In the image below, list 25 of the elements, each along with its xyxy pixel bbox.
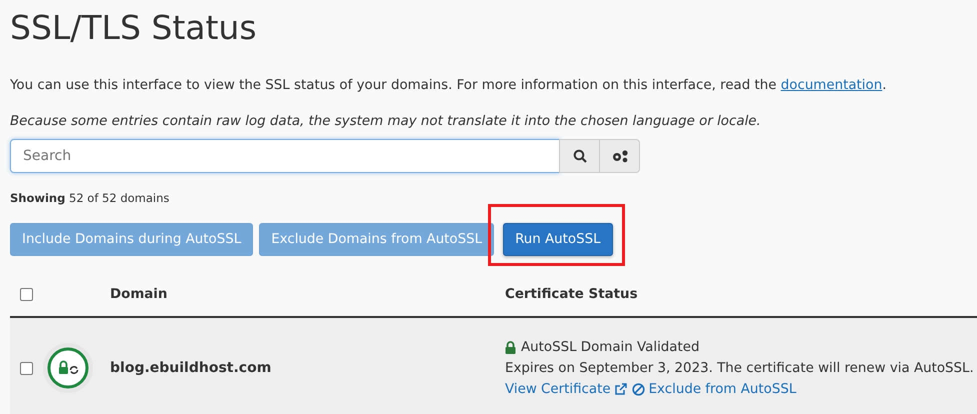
- row-checkbox[interactable]: [20, 362, 33, 374]
- view-certificate-link[interactable]: View Certificate: [505, 382, 627, 396]
- search-field[interactable]: Search: [10, 139, 560, 173]
- expiry-text: Expires on September 3, 2023. The certificate will renew via AutoSSL.: [505, 360, 975, 376]
- showing-count: Showing 52 of 52 domains: [10, 191, 170, 205]
- ban-icon: [632, 382, 645, 396]
- column-header: Domain: [110, 286, 168, 302]
- page-title: SSL/TLS Status: [10, 7, 258, 48]
- domain-name: blog.ebuildhost.com: [110, 360, 272, 376]
- autossl-button[interactable]: Exclude Domains from AutoSSL: [259, 223, 494, 256]
- external-link-icon: [614, 383, 627, 395]
- lock-icon: [505, 340, 516, 354]
- ssl-status-icon: [42, 342, 94, 394]
- select-all-checkbox[interactable]: [20, 288, 33, 300]
- settings-button[interactable]: [599, 139, 640, 173]
- search-icon: [572, 149, 586, 163]
- intro-text: You can use this interface to view the SSL status of your domains. For more information on this interface, read the documentation.: [10, 78, 888, 93]
- note-text: Because some entries contain raw log data, the system may not translate it into the chosen language or locale.: [10, 114, 762, 129]
- exclude-link[interactable]: Exclude from AutoSSL: [632, 382, 796, 396]
- autossl-button[interactable]: Run AutoSSL: [503, 223, 613, 256]
- autossl-button[interactable]: Include Domains during AutoSSL: [10, 223, 254, 256]
- certificate-status: AutoSSL Domain Validated: [521, 340, 700, 354]
- search-button[interactable]: [559, 139, 600, 173]
- documentation-link[interactable]: documentation: [780, 78, 882, 93]
- column-header: Certificate Status: [505, 286, 639, 302]
